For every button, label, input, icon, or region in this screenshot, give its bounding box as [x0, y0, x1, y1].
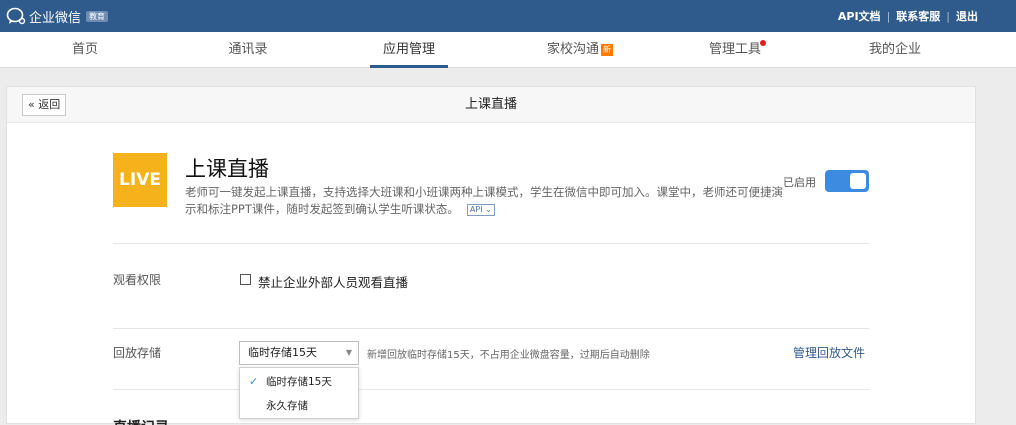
manage-playback-files-link[interactable]: 管理回放文件: [793, 344, 865, 361]
divider: [113, 328, 869, 329]
separator: |: [946, 9, 950, 23]
api-docs-link[interactable]: API文档: [838, 8, 881, 24]
check-icon: ✓: [249, 375, 259, 388]
storage-select-value: 临时存储15天: [248, 346, 317, 359]
block-external-viewers-label[interactable]: 禁止企业外部人员观看直播: [258, 272, 408, 291]
nav-home-school[interactable]: 家校沟通新: [538, 32, 622, 68]
chevron-down-icon: ⌄: [485, 205, 492, 214]
app-name: 上课直播: [185, 157, 269, 181]
nav-home[interactable]: 首页: [55, 32, 115, 68]
storage-select[interactable]: 临时存储15天 ▼: [239, 341, 359, 365]
nav-my-enterprise[interactable]: 我的企业: [860, 32, 930, 68]
section-title: 直播记录: [113, 419, 169, 425]
top-links: API文档 | 联系客服 | 退出: [838, 8, 978, 24]
nav-app-management[interactable]: 应用管理: [370, 32, 448, 68]
logout-link[interactable]: 退出: [956, 8, 978, 24]
storage-hint: 新增回放临时存储15天，不占用企业微盘容量，过期后自动删除: [367, 350, 650, 361]
divider: [113, 243, 869, 244]
nav-admin-tools-label: 管理工具: [708, 42, 761, 57]
new-badge: 新: [601, 44, 613, 56]
app-detail-panel: « 返回 上课直播 LIVE 上课直播 老师可一键发起上课直播，支持选择大班课和…: [6, 86, 976, 425]
storage-option-permanent[interactable]: 永久存储: [240, 394, 358, 418]
storage-option-label: 永久存储: [266, 400, 308, 412]
storage-option-label: 临时存储15天: [266, 376, 332, 388]
wecom-logo-icon: [6, 7, 26, 25]
api-tag-label: API: [469, 205, 483, 214]
status-label: 已启用: [783, 176, 816, 189]
storage-option-temporary[interactable]: ✓ 临时存储15天: [240, 370, 358, 394]
contact-support-link[interactable]: 联系客服: [896, 8, 940, 24]
nav-home-school-label: 家校沟通: [546, 42, 599, 57]
main-nav: 首页 通讯录 应用管理 家校沟通新 管理工具 我的企业: [0, 32, 1016, 68]
top-bar: 企业微信 教育 API文档 | 联系客服 | 退出: [0, 0, 1016, 32]
edu-badge: 教育: [86, 10, 109, 22]
toggle-knob: [850, 173, 866, 189]
nav-contacts[interactable]: 通讯录: [216, 32, 280, 68]
panel-title: 上课直播: [464, 97, 517, 112]
nav-admin-tools[interactable]: 管理工具: [700, 32, 770, 68]
panel-header: « 返回 上课直播: [7, 87, 975, 123]
notification-dot: [760, 40, 766, 46]
brand[interactable]: 企业微信 教育: [6, 7, 109, 26]
brand-name: 企业微信: [29, 10, 82, 26]
separator: |: [886, 9, 891, 23]
view-permission-label: 观看权限: [113, 273, 162, 287]
live-app-icon: LIVE: [113, 153, 167, 207]
divider: [113, 389, 869, 390]
block-external-viewers-checkbox[interactable]: [240, 274, 251, 285]
app-description: 老师可一键发起上课直播，支持选择大班课和小班课两种上课模式，学生在微信中即可加入…: [185, 184, 785, 218]
storage-dropdown-menu: ✓ 临时存储15天 永久存储: [239, 367, 359, 419]
dropdown-arrow-icon: ▼: [345, 348, 352, 357]
api-tag[interactable]: API ⌄: [466, 204, 495, 216]
enable-toggle[interactable]: [825, 170, 869, 192]
playback-storage-label: 回放存储: [113, 346, 162, 360]
